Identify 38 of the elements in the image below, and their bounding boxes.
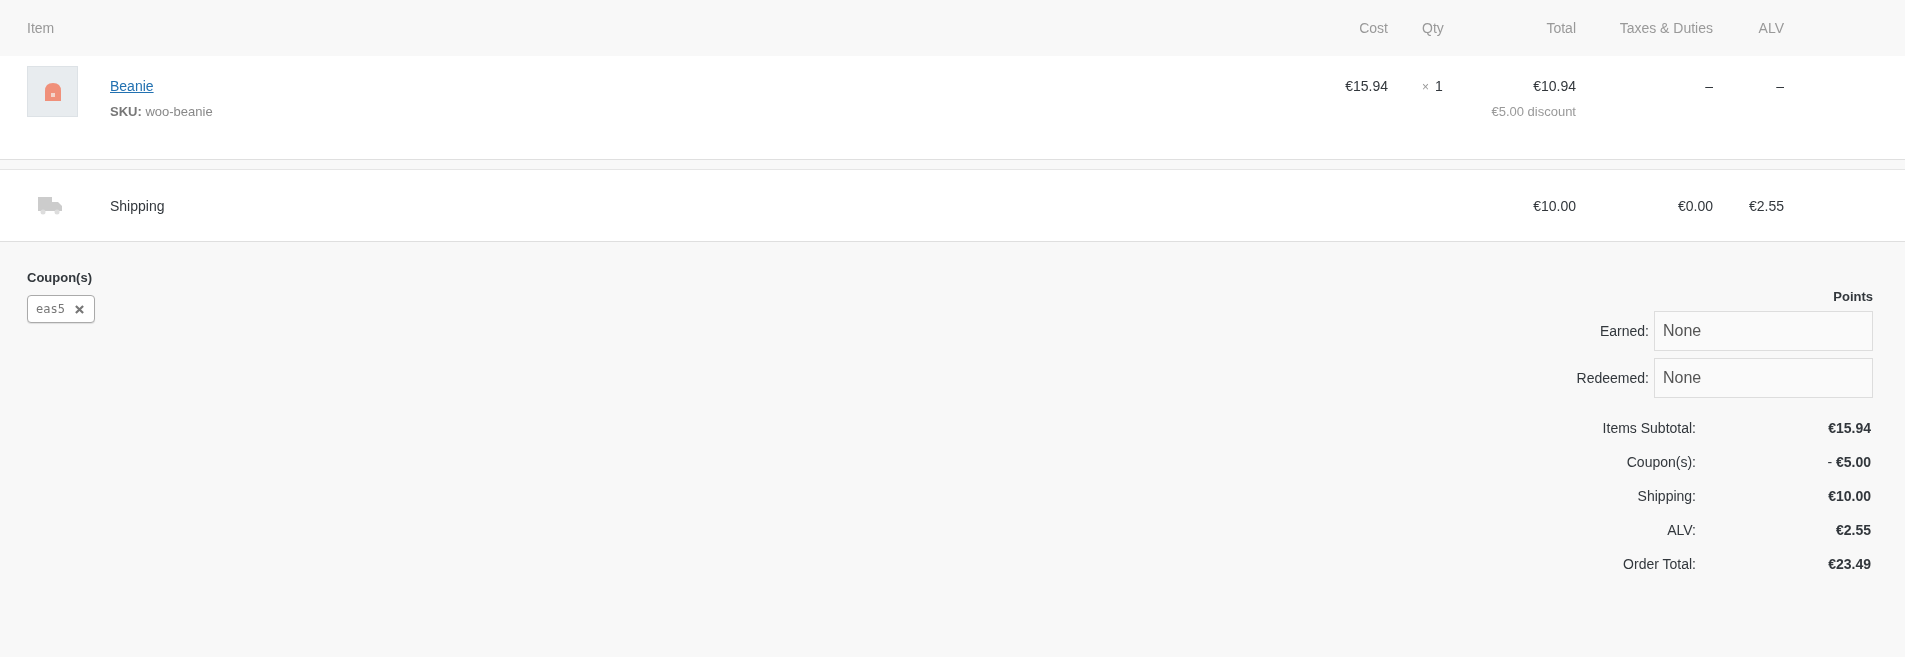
total-cell: €10.94 — [1533, 78, 1576, 94]
coupon-chip[interactable]: eas5 — [27, 295, 95, 323]
truck-icon — [38, 196, 62, 215]
total-label: Order Total: — [1622, 556, 1696, 572]
points-field[interactable]: None — [1654, 358, 1873, 398]
points-heading: Points — [1833, 289, 1873, 304]
total-label: Shipping: — [1636, 488, 1696, 504]
product-link[interactable]: Beanie — [110, 78, 154, 94]
discount-text: €5.00 discount — [1491, 104, 1576, 119]
taxes-cell-text: €0.00 — [1676, 197, 1713, 214]
total-amount: €15.94 — [1827, 420, 1871, 436]
total-amount: €2.55 — [1834, 522, 1871, 538]
total-amount: €10.00 — [1827, 488, 1871, 504]
coupons-heading: Coupon(s) — [27, 270, 93, 285]
taxes-cell-text: – — [1704, 78, 1713, 94]
field-label: Redeemed: — [1576, 370, 1649, 386]
points-field[interactable]: None — [1654, 311, 1873, 351]
sku-text: SKU: woo-beanie — [110, 104, 213, 119]
shipping-label: Shipping — [110, 197, 166, 214]
total-amount: €23.49 — [1827, 556, 1871, 572]
alv-cell-text: €2.55 — [1747, 197, 1784, 214]
column-header: Cost — [1358, 21, 1388, 35]
column-header: ALV — [1757, 21, 1784, 35]
cost-cell-text: €15.94 — [1344, 78, 1388, 94]
total-cell-text: €10.00 — [1532, 197, 1576, 214]
total-label: Coupon(s): — [1625, 454, 1696, 470]
total-label: ALV: — [1666, 522, 1696, 538]
column-header: Taxes & Duties — [1618, 21, 1713, 35]
quantity-cell-text: × 1 — [1421, 78, 1444, 94]
total-amount: - €5.00 — [1826, 454, 1871, 470]
column-header: Total — [1545, 21, 1576, 35]
column-header: Item — [26, 21, 56, 35]
alv-cell-text: – — [1775, 78, 1784, 94]
column-header: Qty — [1421, 21, 1445, 35]
beanie-thumbnail — [27, 66, 78, 117]
field-label: Earned: — [1599, 323, 1649, 339]
remove-icon[interactable] — [74, 304, 84, 314]
total-label: Items Subtotal: — [1602, 420, 1696, 436]
